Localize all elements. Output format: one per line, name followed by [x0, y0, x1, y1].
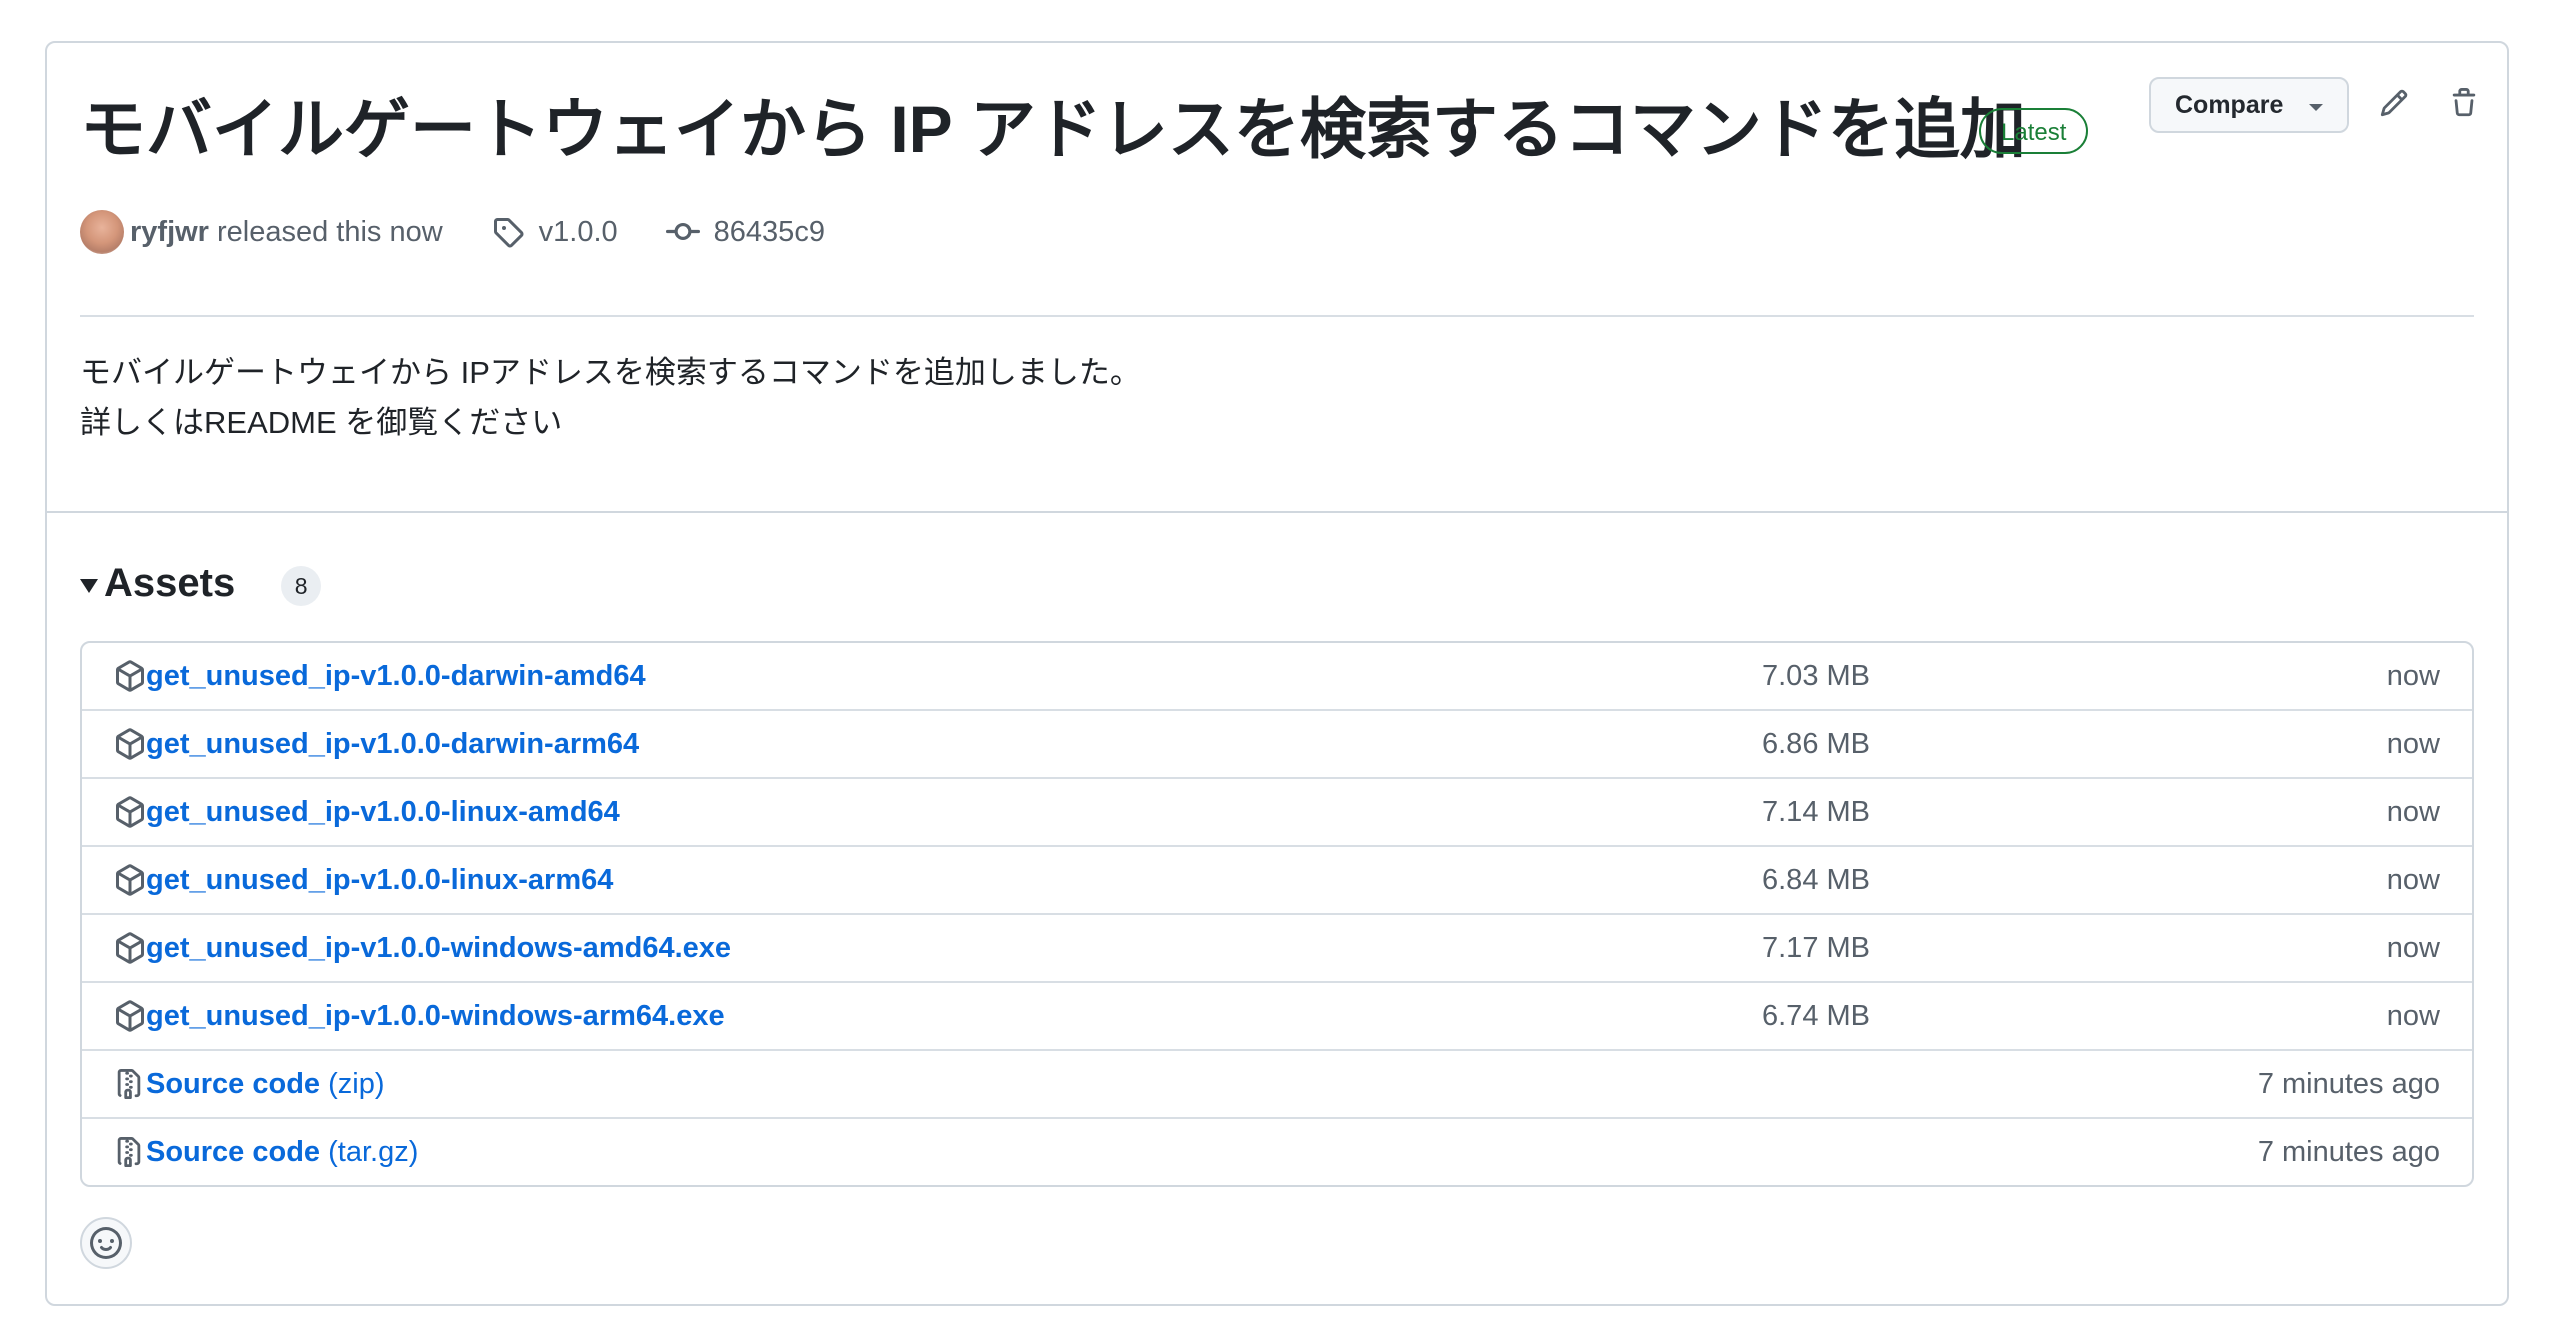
edit-release-button[interactable]: [2372, 81, 2416, 125]
asset-name: get_unused_ip-v1.0.0-windows-amd64.exe: [146, 932, 732, 964]
asset-row: get_unused_ip-v1.0.0-windows-arm64.exe 6.…: [82, 981, 2472, 1049]
asset-date: 7 minutes ago: [2257, 1068, 2440, 1100]
asset-download-link[interactable]: get_unused_ip-v1.0.0-linux-amd64: [146, 779, 620, 845]
file-zip-icon: [114, 1135, 146, 1169]
asset-date: now: [2386, 1000, 2440, 1032]
pencil-icon: [2380, 89, 2408, 117]
tag-icon: [491, 215, 525, 249]
trash-icon: [2452, 88, 2476, 117]
asset-date: now: [2386, 864, 2440, 896]
asset-date: now: [2386, 796, 2440, 828]
asset-size: 6.74 MB: [1762, 1000, 1870, 1032]
compare-button-label: Compare: [2175, 90, 2284, 119]
release-meta: ryfjwr released this now v1.0.0 86435c9: [80, 209, 825, 255]
asset-row: get_unused_ip-v1.0.0-darwin-amd64 7.03 MB…: [82, 643, 2472, 709]
file-zip-icon: [114, 1067, 146, 1101]
delete-release-button[interactable]: [2442, 81, 2486, 125]
package-icon: [114, 999, 146, 1033]
add-reaction-button[interactable]: [80, 1217, 132, 1269]
asset-size: 7.14 MB: [1762, 796, 1870, 828]
asset-row: get_unused_ip-v1.0.0-darwin-arm64 6.86 MB…: [82, 709, 2472, 777]
asset-name: get_unused_ip-v1.0.0-linux-amd64: [146, 796, 620, 828]
asset-size: 6.84 MB: [1762, 864, 1870, 896]
asset-row: get_unused_ip-v1.0.0-linux-arm64 6.84 MB n…: [82, 845, 2472, 913]
asset-date: now: [2386, 728, 2440, 760]
divider: [47, 511, 2507, 513]
assets-title: Assets: [104, 560, 236, 605]
asset-format: (tar.gz): [328, 1136, 419, 1168]
chevron-down-icon: [2309, 104, 2323, 111]
asset-download-link[interactable]: Source code (tar.gz): [146, 1119, 418, 1185]
latest-badge: Latest: [1979, 108, 2089, 154]
asset-download-link[interactable]: get_unused_ip-v1.0.0-windows-arm64.exe: [146, 983, 725, 1049]
release-card: モバイルゲートウェイから IP アドレスを検索するコマンドを追加 Latest …: [45, 41, 2509, 1306]
package-icon: [114, 863, 146, 897]
asset-date: 7 minutes ago: [2257, 1136, 2440, 1168]
asset-row: get_unused_ip-v1.0.0-linux-amd64 7.14 MB n…: [82, 777, 2472, 845]
compare-button[interactable]: Compare: [2149, 77, 2349, 133]
asset-format: (zip): [328, 1068, 385, 1100]
asset-row: Source code (tar.gz) 7 minutes ago: [82, 1117, 2472, 1185]
divider: [80, 315, 2474, 317]
asset-download-link[interactable]: Source code (zip): [146, 1051, 385, 1117]
asset-row: Source code (zip) 7 minutes ago: [82, 1049, 2472, 1117]
triangle-down-icon: [80, 579, 98, 593]
release-notes: モバイルゲートウェイから IPアドレスを検索するコマンドを追加しました。 詳しく…: [80, 348, 1141, 448]
tag-link[interactable]: v1.0.0: [539, 216, 618, 249]
commit-link[interactable]: 86435c9: [714, 216, 825, 249]
package-icon: [114, 795, 146, 829]
asset-name: get_unused_ip-v1.0.0-darwin-arm64: [146, 728, 640, 760]
package-icon: [114, 659, 146, 693]
release-notes-line: 詳しくはREADME を御覧ください: [80, 405, 563, 440]
asset-download-link[interactable]: get_unused_ip-v1.0.0-windows-amd64.exe: [146, 915, 731, 981]
asset-date: now: [2386, 660, 2440, 692]
asset-name: Source code: [146, 1068, 321, 1100]
assets-list: get_unused_ip-v1.0.0-darwin-amd64 7.03 MB…: [80, 641, 2474, 1187]
asset-name: get_unused_ip-v1.0.0-windows-arm64.exe: [146, 1000, 725, 1032]
assets-toggle[interactable]: Assets 8: [80, 553, 322, 613]
asset-name: get_unused_ip-v1.0.0-darwin-amd64: [146, 660, 646, 692]
asset-size: 7.03 MB: [1762, 660, 1870, 692]
asset-download-link[interactable]: get_unused_ip-v1.0.0-linux-arm64: [146, 847, 613, 913]
smiley-icon: [90, 1227, 122, 1259]
asset-download-link[interactable]: get_unused_ip-v1.0.0-darwin-amd64: [146, 643, 646, 709]
asset-size: 6.86 MB: [1762, 728, 1870, 760]
package-icon: [114, 931, 146, 965]
asset-date: now: [2386, 932, 2440, 964]
asset-row: get_unused_ip-v1.0.0-windows-amd64.exe 7.…: [82, 913, 2472, 981]
assets-count-badge: 8: [281, 566, 322, 606]
asset-size: 7.17 MB: [1762, 932, 1870, 964]
asset-name: get_unused_ip-v1.0.0-linux-arm64: [146, 864, 614, 896]
package-icon: [114, 727, 146, 761]
released-text: released this now: [216, 215, 443, 248]
avatar[interactable]: [80, 210, 124, 254]
asset-download-link[interactable]: get_unused_ip-v1.0.0-darwin-arm64: [146, 711, 639, 777]
asset-name: Source code: [146, 1136, 321, 1168]
release-title[interactable]: モバイルゲートウェイから IP アドレスを検索するコマンドを追加: [80, 89, 2026, 169]
release-notes-line: モバイルゲートウェイから IPアドレスを検索するコマンドを追加しました。: [80, 355, 1141, 390]
author-link[interactable]: ryfjwr: [130, 216, 209, 249]
git-commit-icon: [665, 215, 700, 249]
